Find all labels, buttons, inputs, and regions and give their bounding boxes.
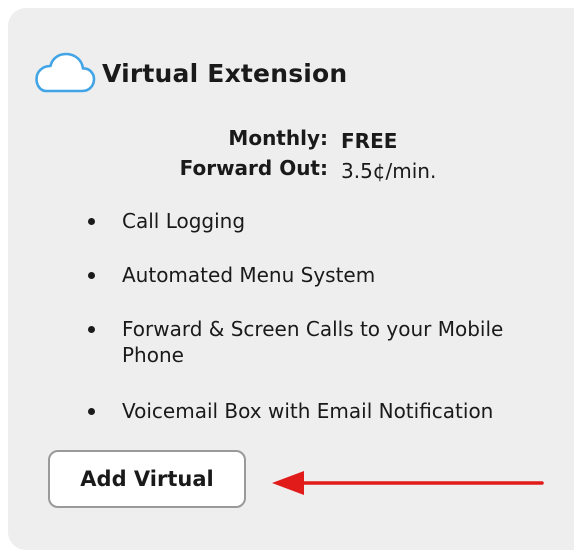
- feature-text: Forward & Screen Calls to your Mobile Ph…: [122, 317, 504, 367]
- add-virtual-button[interactable]: Add Virtual: [48, 450, 246, 508]
- bullet-icon: [88, 218, 95, 225]
- feature-text: Automated Menu System: [122, 263, 376, 287]
- bullet-icon: [88, 408, 95, 415]
- bullet-icon: [88, 326, 95, 333]
- feature-text: Call Logging: [122, 209, 246, 233]
- bullet-icon: [88, 272, 95, 279]
- left-arrow-icon: [272, 471, 544, 495]
- feature-text: Voicemail Box with Email Notification: [122, 399, 494, 423]
